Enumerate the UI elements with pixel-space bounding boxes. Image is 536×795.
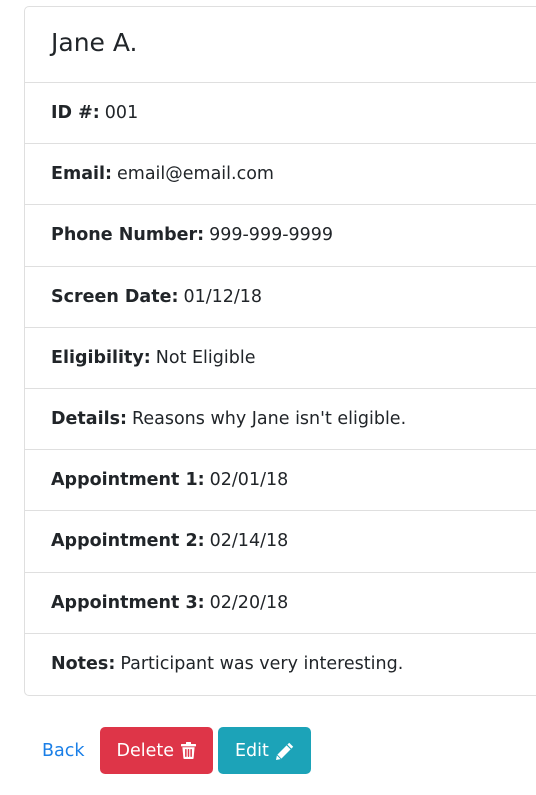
detail-label: Email: [51,164,112,185]
participant-name: Jane A. [51,28,138,57]
card-header: Jane A. [25,7,536,83]
detail-label: Appointment 2: [51,531,205,552]
detail-row-appointment-3: Appointment 3: 02/20/18 [25,573,536,634]
detail-value: 01/12/18 [183,286,263,307]
detail-row-phone: Phone Number: 999-999-9999 [25,205,536,267]
back-button[interactable]: Back [32,727,95,774]
delete-button-label: Delete [116,740,175,761]
detail-label: Screen Date: [51,286,179,307]
detail-value: 02/01/18 [209,470,289,491]
detail-row-eligibility: Eligibility: Not Eligible [25,328,536,389]
detail-value: Reasons why Jane isn't eligible. [131,409,407,430]
pencil-icon [275,742,294,760]
detail-label: Appointment 1: [51,470,205,491]
detail-value: 001 [104,103,139,124]
action-bar: Back Delete Edit [32,727,316,774]
detail-value: Not Eligible [155,347,256,368]
detail-label: Phone Number: [51,225,205,246]
detail-label: Details: [51,409,127,430]
detail-row-id: ID #: 001 [25,83,536,145]
detail-value: 02/20/18 [209,592,289,613]
edit-button-label: Edit [235,740,269,761]
detail-value: email@email.com [117,164,274,185]
trash-icon [181,742,196,759]
detail-label: Eligibility: [51,347,151,368]
participant-details-list: ID #: 001 Email: email@email.com Phone N… [25,83,536,695]
back-button-label: Back [42,740,85,761]
detail-label: Notes: [51,654,116,675]
detail-row-appointment-2: Appointment 2: 02/14/18 [25,511,536,573]
detail-row-email: Email: email@email.com [25,144,536,206]
detail-label: ID #: [51,103,100,124]
detail-row-details: Details: Reasons why Jane isn't eligible… [25,389,536,451]
edit-button[interactable]: Edit [218,727,311,774]
detail-row-screen-date: Screen Date: 01/12/18 [25,267,536,328]
detail-row-notes: Notes: Participant was very interesting. [25,634,536,695]
participant-card: Jane A. ID #: 001 Email: email@email.com… [24,6,536,696]
delete-button[interactable]: Delete [99,727,213,774]
detail-label: Appointment 3: [51,592,205,613]
detail-value: 999-999-9999 [209,225,334,246]
detail-value: 02/14/18 [209,531,289,552]
detail-row-appointment-1: Appointment 1: 02/01/18 [25,450,536,512]
detail-value: Participant was very interesting. [120,654,404,675]
